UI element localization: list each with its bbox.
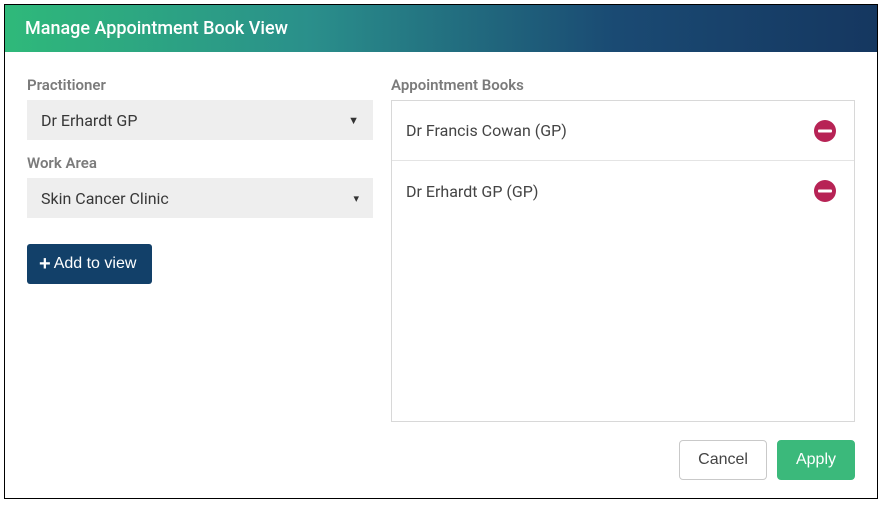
- plus-icon: +: [39, 254, 51, 274]
- workarea-value: Skin Cancer Clinic: [41, 189, 169, 208]
- manage-appointment-dialog: Manage Appointment Book View Practitione…: [4, 4, 878, 499]
- remove-icon[interactable]: [814, 120, 836, 142]
- caret-down-icon: ▼: [348, 114, 359, 127]
- add-to-view-button[interactable]: + Add to view: [27, 244, 152, 284]
- dialog-header: Manage Appointment Book View: [5, 5, 877, 52]
- book-name: Dr Francis Cowan (GP): [406, 121, 567, 140]
- dialog-footer: Cancel Apply: [5, 440, 877, 498]
- right-column: Appointment Books Dr Francis Cowan (GP) …: [391, 76, 855, 422]
- practitioner-value: Dr Erhardt GP: [41, 111, 137, 130]
- workarea-label: Work Area: [27, 154, 373, 172]
- practitioner-label: Practitioner: [27, 76, 373, 94]
- dialog-title: Manage Appointment Book View: [25, 18, 288, 39]
- left-column: Practitioner Dr Erhardt GP ▼ Work Area S…: [27, 76, 373, 422]
- caret-down-icon: ▾: [353, 192, 359, 205]
- apply-label: Apply: [796, 451, 836, 468]
- cancel-label: Cancel: [698, 451, 748, 468]
- list-item: Dr Erhardt GP (GP): [392, 161, 854, 221]
- appointment-books-label: Appointment Books: [391, 76, 855, 94]
- dialog-body: Practitioner Dr Erhardt GP ▼ Work Area S…: [5, 52, 877, 440]
- book-name: Dr Erhardt GP (GP): [406, 182, 538, 201]
- apply-button[interactable]: Apply: [777, 440, 855, 480]
- appointment-books-list: Dr Francis Cowan (GP) Dr Erhardt GP (GP): [391, 100, 855, 422]
- cancel-button[interactable]: Cancel: [679, 440, 767, 480]
- add-to-view-label: Add to view: [54, 255, 137, 273]
- list-item: Dr Francis Cowan (GP): [392, 101, 854, 161]
- remove-icon[interactable]: [814, 180, 836, 202]
- workarea-select[interactable]: Skin Cancer Clinic ▾: [27, 178, 373, 218]
- practitioner-select[interactable]: Dr Erhardt GP ▼: [27, 100, 373, 140]
